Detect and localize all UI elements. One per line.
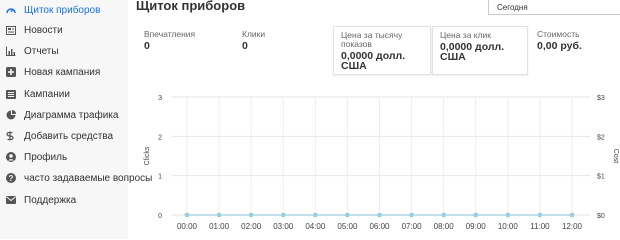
sidebar-item-add-funds[interactable]: Добавить средства (6, 126, 113, 146)
sidebar-item-support[interactable]: Поддержка (6, 190, 76, 210)
stat-value: 0,00 руб. (537, 40, 582, 52)
stat-value: 0,0000 долл. США (341, 50, 406, 72)
y2-axis-title: Cost (612, 149, 619, 163)
question-circle-icon: ? (6, 173, 16, 183)
data-point (569, 212, 575, 218)
stat-cpm: Цена за тысячу показов 0,0000 долл. США (333, 26, 431, 75)
x-tick-label: 09:00 (466, 222, 487, 231)
stat-cost: Стоимость 0,00 руб. (530, 26, 620, 75)
x-tick-label: 12:00 (562, 222, 583, 231)
sidebar-item-label: Поддержка (24, 194, 77, 206)
data-point (248, 212, 254, 218)
x-tick-label: 00:00 (177, 222, 198, 231)
sidebar-item-campaigns[interactable]: Кампании (6, 84, 70, 104)
data-point (505, 212, 511, 218)
sidebar-item-reports[interactable]: Отчеты (6, 41, 59, 61)
x-tick-label: 11:00 (530, 222, 550, 231)
x-tick-label: 05:00 (337, 222, 358, 231)
sidebar-item-label: Новости (24, 24, 63, 36)
y2-tick-label: $1 (597, 174, 605, 181)
y-tick-label: 1 (158, 174, 162, 181)
sidebar-item-label: Диаграмма трафика (24, 109, 119, 121)
x-tick-label: 10:00 (498, 222, 519, 231)
stat-label: Стоимость (537, 29, 580, 39)
plus-square-icon (6, 67, 16, 77)
sidebar-item-label: Новая кампания (24, 66, 101, 78)
news-icon (6, 25, 16, 35)
x-tick-label: 08:00 (434, 222, 455, 231)
sidebar-item-profile[interactable]: Профиль (6, 147, 67, 167)
y2-tick-label: $0 (597, 213, 605, 220)
data-point (441, 212, 447, 218)
svg-text:?: ? (9, 174, 14, 183)
stat-label: Впечатления (144, 29, 196, 39)
y-tick-label: 3 (158, 95, 162, 102)
stat-label: Цена за тысячу показов (341, 30, 403, 49)
sidebar-item-news[interactable]: Новости (6, 20, 63, 40)
x-tick-label: 03:00 (273, 222, 294, 231)
stat-cpc: Цена за клик 0,0000 долл. США (432, 26, 528, 75)
y-tick-label: 2 (158, 134, 162, 141)
y2-tick-label: $3 (597, 95, 605, 102)
sidebar-item-label: Профиль (24, 151, 68, 163)
x-tick-label: 02:00 (241, 222, 262, 231)
stat-value: 0 (144, 40, 150, 52)
sidebar-item-dashboard[interactable]: Щиток приборов (6, 0, 100, 20)
sidebar-item-label: Щиток приборов (24, 4, 101, 16)
clicks-chart: 0 $0 1 $1 2 $2 3 $3 00:00 01:00 02:00 03:00 04:00 05:… (144, 95, 619, 231)
sidebar-item-label: Добавить средства (24, 130, 114, 142)
page-title: Щиток приборов (136, 0, 246, 13)
stat-label: Цена за клик (440, 30, 492, 40)
pie-chart-icon (6, 110, 16, 120)
stat-clicks: Клики 0 (235, 26, 331, 75)
x-tick-label: 01:00 (209, 222, 230, 231)
x-tick-label: 07:00 (402, 222, 423, 231)
x-tick-label: 04:00 (305, 222, 326, 231)
envelope-icon (6, 195, 16, 205)
stat-value: 0,0000 долл. США (440, 41, 505, 63)
data-point (409, 212, 414, 218)
list-icon (6, 89, 16, 99)
data-point (377, 212, 382, 218)
data-point (345, 212, 350, 218)
y-tick-label: 0 (158, 213, 162, 220)
data-point (280, 212, 286, 218)
sidebar-item-traffic-chart[interactable]: Диаграмма трафика (6, 105, 118, 125)
y-axis-title: Clicks (144, 146, 151, 165)
x-tick-label: 06:00 (369, 222, 390, 231)
y2-tick-label: $2 (597, 134, 605, 141)
dashboard-icon (6, 5, 16, 15)
data-point (312, 212, 318, 218)
stat-impressions: Впечатления 0 (137, 26, 232, 75)
reports-chart-icon (6, 46, 16, 56)
data-point (216, 212, 222, 218)
data-point (537, 212, 543, 218)
money-icon (6, 131, 16, 141)
period-select[interactable]: Сегодня (488, 0, 620, 15)
data-point (473, 212, 479, 218)
sidebar-item-label: Отчеты (24, 45, 59, 57)
user-icon (6, 152, 16, 162)
sidebar-item-new-campaign[interactable]: Новая кампания (6, 62, 100, 82)
sidebar-item-label: Кампании (24, 88, 70, 100)
data-point (184, 212, 190, 218)
stat-label: Клики (242, 29, 266, 39)
sidebar: Щиток приборов Новости Отчеты Новая камп… (0, 0, 152, 239)
stat-value: 0 (242, 40, 248, 52)
